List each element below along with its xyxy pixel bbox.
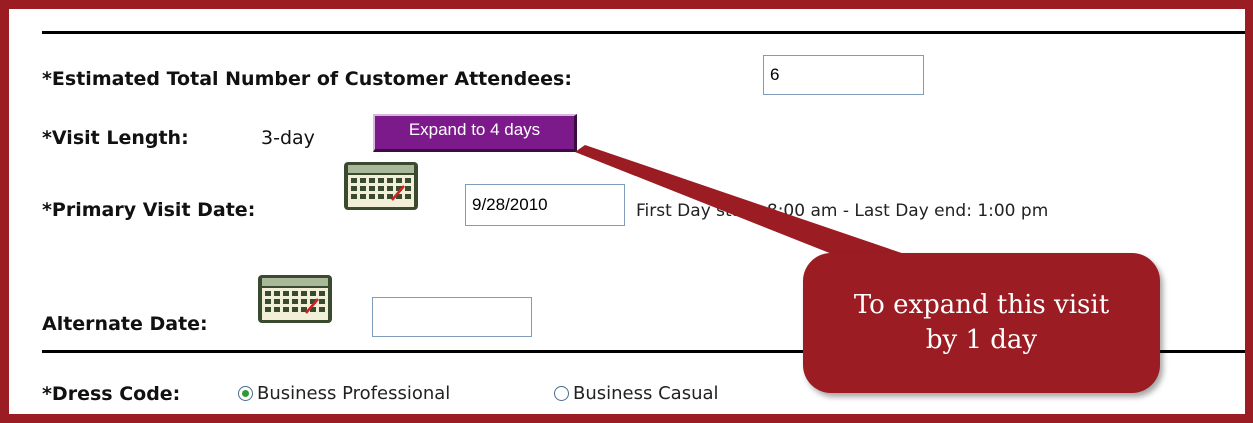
callout-bubble: To expand this visit by 1 day <box>803 253 1160 393</box>
callout-text: To expand this visit by 1 day <box>853 289 1110 355</box>
